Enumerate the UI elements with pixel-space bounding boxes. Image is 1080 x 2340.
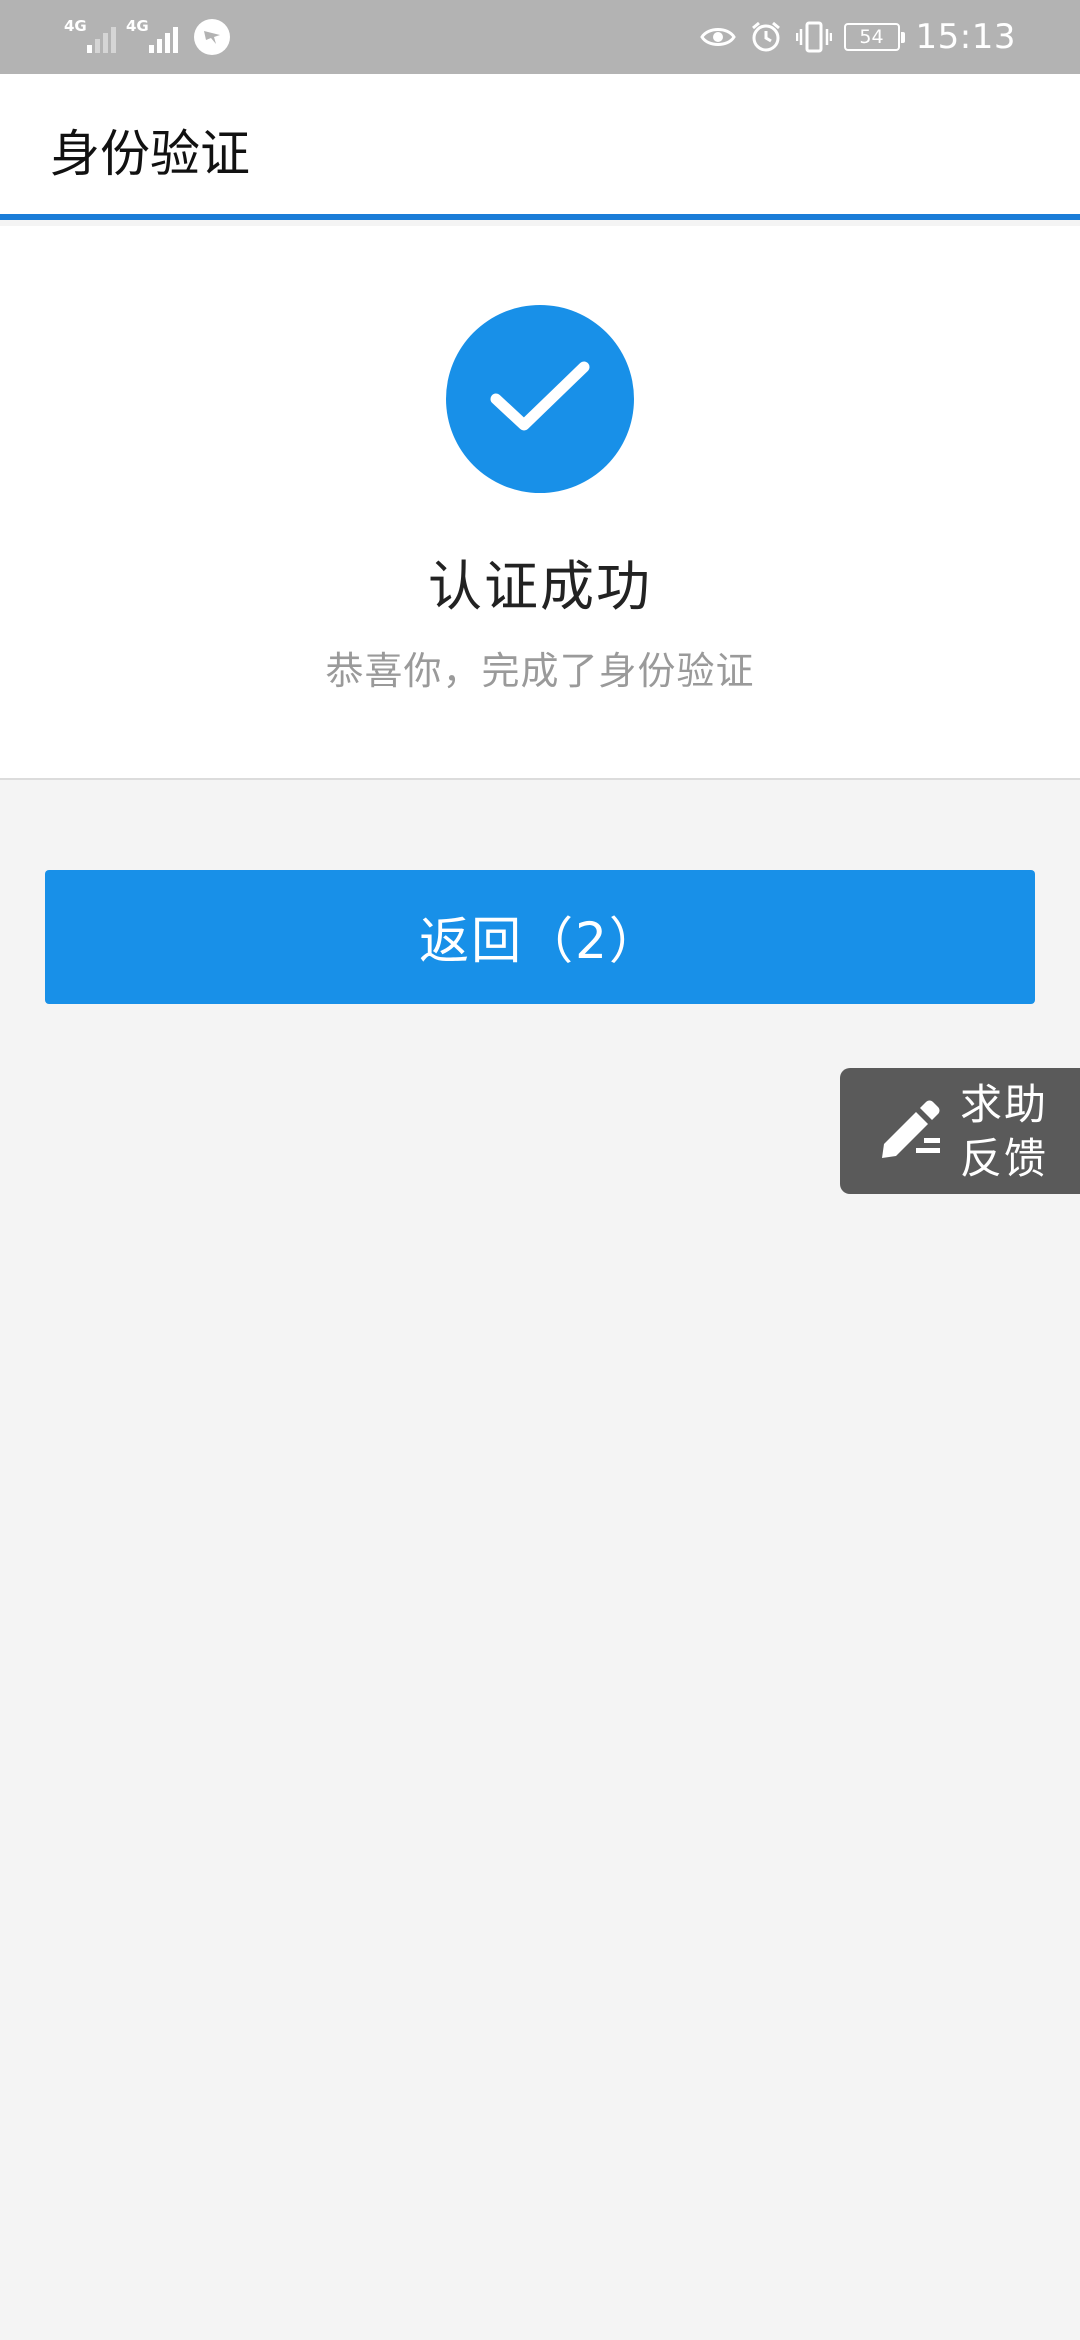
status-bar: 4G 4G 54 15:13: [0, 0, 1080, 74]
back-button[interactable]: 返回（2）: [45, 870, 1035, 1004]
alarm-icon: [748, 19, 784, 55]
feedback-label: 求助 反馈: [960, 1078, 1070, 1186]
sim1-network-label: 4G: [64, 17, 87, 35]
app-notification-icon: [194, 19, 230, 55]
result-subtitle: 恭喜你，完成了身份验证: [325, 649, 755, 693]
pencil-icon: [882, 1100, 940, 1158]
result-title: 认证成功: [428, 555, 652, 618]
feedback-label-line1: 求助: [960, 1080, 1049, 1129]
feedback-label-line2: 反馈: [960, 1134, 1049, 1183]
battery-icon: 54: [843, 23, 905, 51]
status-right-group: 54 15:13: [699, 14, 1016, 60]
result-card: 认证成功 恭喜你，完成了身份验证: [0, 226, 1080, 780]
sim1-signal-icon: 4G: [64, 17, 116, 57]
sim2-network-label: 4G: [126, 17, 149, 35]
check-circle-icon: [446, 305, 634, 493]
status-time: 15:13: [915, 17, 1016, 57]
feedback-button[interactable]: 求助 反馈: [840, 1068, 1080, 1194]
app-header: 身份验证: [0, 74, 1080, 220]
vibrate-icon: [795, 19, 832, 55]
status-left-group: 4G 4G: [64, 16, 230, 58]
battery-level: 54: [859, 26, 884, 48]
eye-icon: [699, 19, 736, 55]
page-title: 身份验证: [50, 125, 250, 183]
sim2-signal-icon: 4G: [126, 17, 178, 57]
